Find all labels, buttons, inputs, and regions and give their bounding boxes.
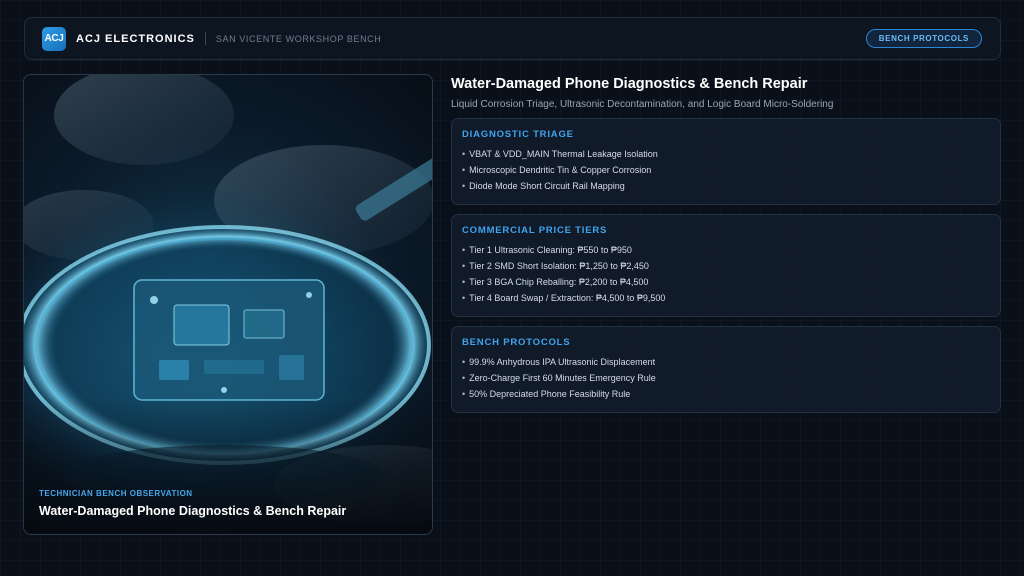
list-item: Zero-Charge First 60 Minutes Emergency R… — [462, 370, 990, 386]
page-subtitle: Liquid Corrosion Triage, Ultrasonic Deco… — [451, 99, 834, 110]
bench-protocols-button[interactable]: BENCH PROTOCOLS — [865, 29, 982, 48]
panel-heading: BENCH PROTOCOLS — [462, 337, 571, 348]
photo-caption: TECHNICIAN BENCH OBSERVATION Water-Damag… — [39, 489, 417, 518]
commercial-price-tiers-panel: COMMERCIAL PRICE TIERS Tier 1 Ultrasonic… — [451, 214, 1001, 317]
list-item: Tier 1 Ultrasonic Cleaning: ₱550 to ₱950 — [462, 242, 990, 258]
list-item: Microscopic Dendritic Tin & Copper Corro… — [462, 162, 990, 178]
workshop-label: SAN VICENTE WORKSHOP BENCH — [215, 33, 382, 44]
page-title: Water-Damaged Phone Diagnostics & Bench … — [451, 76, 808, 92]
header-divider — [204, 32, 206, 45]
list-item: 50% Depreciated Phone Feasibility Rule — [462, 386, 990, 402]
panel-heading: COMMERCIAL PRICE TIERS — [462, 225, 608, 236]
diagnostic-triage-panel: DIAGNOSTIC TRIAGE VBAT & VDD_MAIN Therma… — [451, 118, 1001, 205]
list-item: Diode Mode Short Circuit Rail Mapping — [462, 178, 990, 194]
bench-photo-illustration — [24, 75, 432, 534]
list-item: VBAT & VDD_MAIN Thermal Leakage Isolatio… — [462, 146, 990, 162]
list-item: Tier 2 SMD Short Isolation: ₱1,250 to ₱2… — [462, 258, 990, 274]
list-item: Tier 3 BGA Chip Reballing: ₱2,200 to ₱4,… — [462, 274, 990, 290]
photo-kicker: TECHNICIAN BENCH OBSERVATION — [39, 489, 193, 498]
brand-logo: ACJ — [42, 26, 66, 51]
top-header: ACJ ACJ ELECTRONICS SAN VICENTE WORKSHOP… — [24, 17, 1001, 60]
photo-title: Water-Damaged Phone Diagnostics & Bench … — [39, 504, 347, 518]
list-item: 99.9% Anhydrous IPA Ultrasonic Displacem… — [462, 354, 990, 370]
bench-photo-card: TECHNICIAN BENCH OBSERVATION Water-Damag… — [23, 74, 433, 535]
list-item: Tier 4 Board Swap / Extraction: ₱4,500 t… — [462, 290, 990, 306]
brand-name: ACJ ELECTRONICS — [76, 32, 195, 45]
bench-protocols-panel: BENCH PROTOCOLS 99.9% Anhydrous IPA Ultr… — [451, 326, 1001, 413]
main-heading-block: Water-Damaged Phone Diagnostics & Bench … — [451, 74, 1001, 110]
panel-heading: DIAGNOSTIC TRIAGE — [462, 129, 574, 140]
